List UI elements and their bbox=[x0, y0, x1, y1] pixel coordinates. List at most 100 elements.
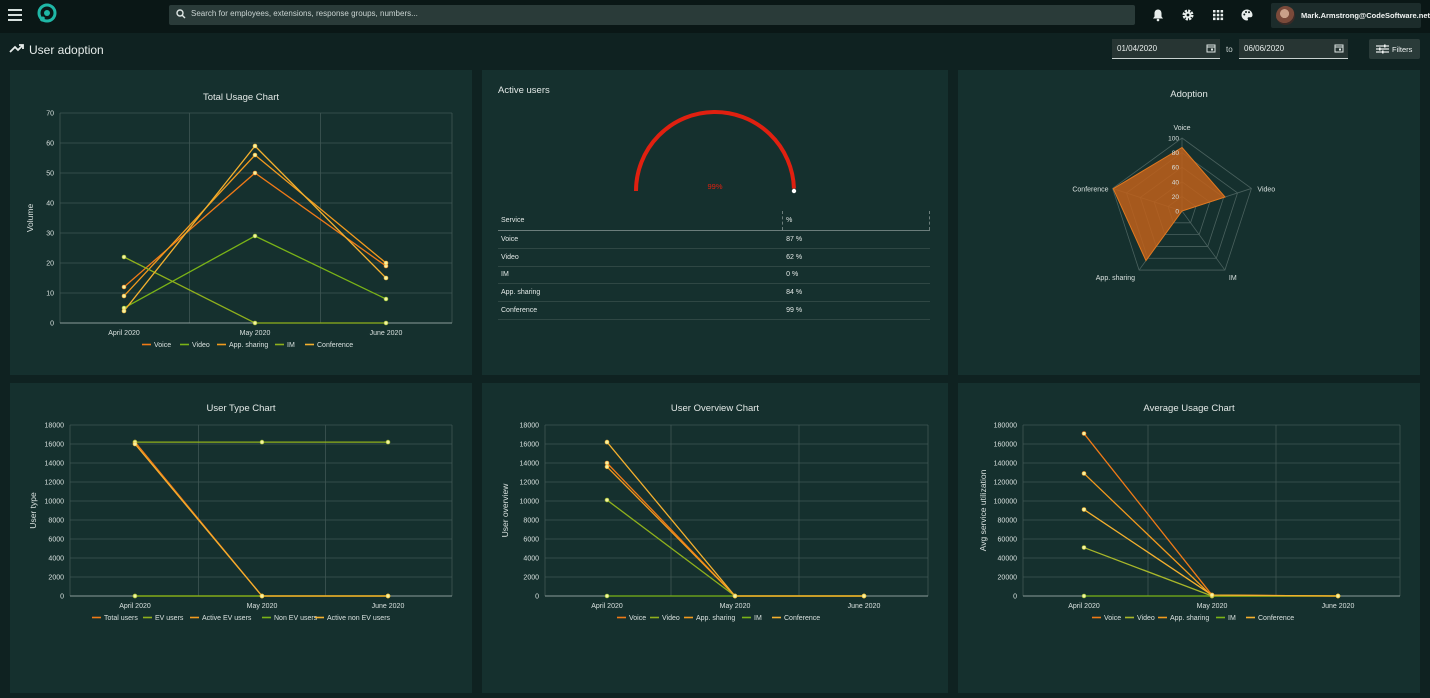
data-point bbox=[1209, 592, 1215, 598]
data-point bbox=[252, 320, 258, 326]
series-line bbox=[1083, 433, 1339, 597]
y-tick-label: 4000 bbox=[48, 556, 64, 563]
avatar[interactable] bbox=[1276, 6, 1295, 25]
data-point bbox=[121, 254, 127, 260]
col-percent[interactable]: % bbox=[782, 211, 930, 231]
average-usage-chart: 0 20000 40000 60000 80000 100000 120000 140000 1… bbox=[978, 423, 1401, 622]
y-tick-label: 80000 bbox=[998, 518, 1018, 525]
calendar-icon[interactable] bbox=[1206, 43, 1216, 53]
legend-label: Conference bbox=[317, 342, 353, 349]
x-tick-label: May 2020 bbox=[240, 330, 271, 337]
date-to-input[interactable]: 06/06/2020 bbox=[1239, 39, 1348, 59]
radar-tick-label: 100 bbox=[1168, 136, 1179, 143]
y-axis-label: Avg service utilization bbox=[978, 469, 988, 551]
palette-icon[interactable] bbox=[1240, 8, 1254, 22]
data-point bbox=[252, 143, 258, 149]
date-from-value[interactable]: 01/04/2020 bbox=[1117, 44, 1157, 53]
y-tick-label: 10000 bbox=[45, 499, 65, 506]
menu-icon[interactable] bbox=[8, 9, 22, 21]
radar-axis-label: Video bbox=[1257, 186, 1275, 193]
col-service[interactable]: Service bbox=[498, 211, 783, 231]
y-tick-label: 4000 bbox=[523, 556, 539, 563]
search-icon bbox=[176, 9, 186, 19]
radar-tick-label: 20 bbox=[1172, 194, 1180, 201]
top-bar: Search for employees, extensions, respon… bbox=[0, 0, 1430, 33]
data-point bbox=[121, 293, 127, 299]
radar-tick-label: 40 bbox=[1172, 179, 1180, 186]
y-tick-label: 8000 bbox=[48, 518, 64, 525]
y-tick-label: 140000 bbox=[994, 461, 1017, 468]
gauge-value: 99% bbox=[707, 182, 722, 191]
legend-label: Voice bbox=[629, 615, 646, 622]
x-tick-label: April 2020 bbox=[108, 330, 140, 337]
table-row: App. sharing 84 % bbox=[498, 283, 930, 303]
legend-label: Video bbox=[192, 342, 210, 349]
legend-label: Conference bbox=[784, 615, 820, 622]
service-table: Service % Voice 87 % Video 62 % IM 0 % App.… bbox=[498, 211, 930, 320]
cell-percent: 87 % bbox=[782, 230, 930, 249]
cell-percent: 84 % bbox=[782, 283, 930, 303]
y-tick-label: 100000 bbox=[994, 499, 1017, 506]
table-row: IM 0 % bbox=[498, 266, 930, 285]
legend-label: EV users bbox=[155, 615, 184, 622]
y-tick-label: 120000 bbox=[994, 480, 1017, 487]
data-point bbox=[385, 593, 391, 599]
legend-label: IM bbox=[287, 342, 295, 349]
cell-service: Conference bbox=[498, 301, 783, 320]
y-tick-label: 20000 bbox=[998, 575, 1018, 582]
x-tick-label: April 2020 bbox=[1068, 603, 1100, 610]
search-placeholder[interactable]: Search for employees, extensions, respon… bbox=[191, 9, 418, 18]
gauge-arc bbox=[634, 110, 796, 192]
y-tick-label: 10 bbox=[46, 291, 54, 298]
y-tick-label: 16000 bbox=[45, 442, 65, 449]
data-point bbox=[861, 593, 867, 599]
radar-spoke bbox=[1181, 210, 1226, 271]
filters-label: Filters bbox=[1392, 45, 1413, 54]
date-from-input[interactable]: 01/04/2020 bbox=[1112, 39, 1220, 59]
legend-label: App. sharing bbox=[1170, 615, 1209, 622]
bell-icon[interactable] bbox=[1151, 8, 1165, 22]
trending-up-icon bbox=[9, 44, 24, 53]
gear-icon[interactable] bbox=[1181, 8, 1195, 22]
legend-label: Total users bbox=[104, 615, 138, 622]
apps-grid-icon[interactable] bbox=[1211, 8, 1225, 22]
data-point bbox=[604, 593, 610, 599]
data-point bbox=[259, 439, 265, 445]
y-tick-label: 40 bbox=[46, 201, 54, 208]
app-logo[interactable] bbox=[37, 3, 57, 23]
filters-button[interactable]: Filters bbox=[1369, 39, 1420, 59]
cell-service: Video bbox=[498, 248, 783, 267]
table-row: Conference 99 % bbox=[498, 301, 930, 320]
search-bar[interactable]: Search for employees, extensions, respon… bbox=[169, 5, 1135, 25]
y-tick-label: 8000 bbox=[523, 518, 539, 525]
radar-axis-label: Voice bbox=[1173, 125, 1190, 132]
radar-axis-label: App. sharing bbox=[1096, 275, 1135, 282]
cell-service: Voice bbox=[498, 230, 783, 249]
data-point bbox=[604, 464, 610, 470]
series-line bbox=[606, 499, 864, 597]
radar-tick-label: 0 bbox=[1175, 209, 1179, 216]
y-tick-label: 20 bbox=[46, 261, 54, 268]
adoption-radar-chart: Voice Video IM App. sharing Conference 0 20 40 6… bbox=[1072, 125, 1275, 282]
y-tick-label: 16000 bbox=[520, 442, 540, 449]
cell-percent: 62 % bbox=[782, 248, 930, 267]
cell-service: IM bbox=[498, 266, 783, 285]
legend-label: App. sharing bbox=[696, 615, 735, 622]
data-point bbox=[385, 439, 391, 445]
data-point bbox=[604, 439, 610, 445]
x-tick-label: May 2020 bbox=[247, 603, 278, 610]
legend-label: Active EV users bbox=[202, 615, 252, 622]
data-point bbox=[121, 308, 127, 314]
date-to-value[interactable]: 06/06/2020 bbox=[1244, 44, 1284, 53]
radar-tick-label: 60 bbox=[1172, 165, 1180, 172]
gauge-end-dot bbox=[791, 188, 797, 194]
table-header-row: Service % bbox=[498, 211, 930, 231]
calendar-icon[interactable] bbox=[1334, 43, 1344, 53]
active-users-gauge: 99% bbox=[634, 110, 797, 194]
data-point bbox=[732, 593, 738, 599]
user-menu[interactable]: Mark.Armstrong@CodeSoftware.net bbox=[1271, 3, 1430, 28]
cell-percent: 0 % bbox=[782, 266, 930, 285]
y-tick-label: 40000 bbox=[998, 556, 1018, 563]
y-tick-label: 12000 bbox=[45, 480, 65, 487]
y-tick-label: 180000 bbox=[994, 423, 1017, 430]
